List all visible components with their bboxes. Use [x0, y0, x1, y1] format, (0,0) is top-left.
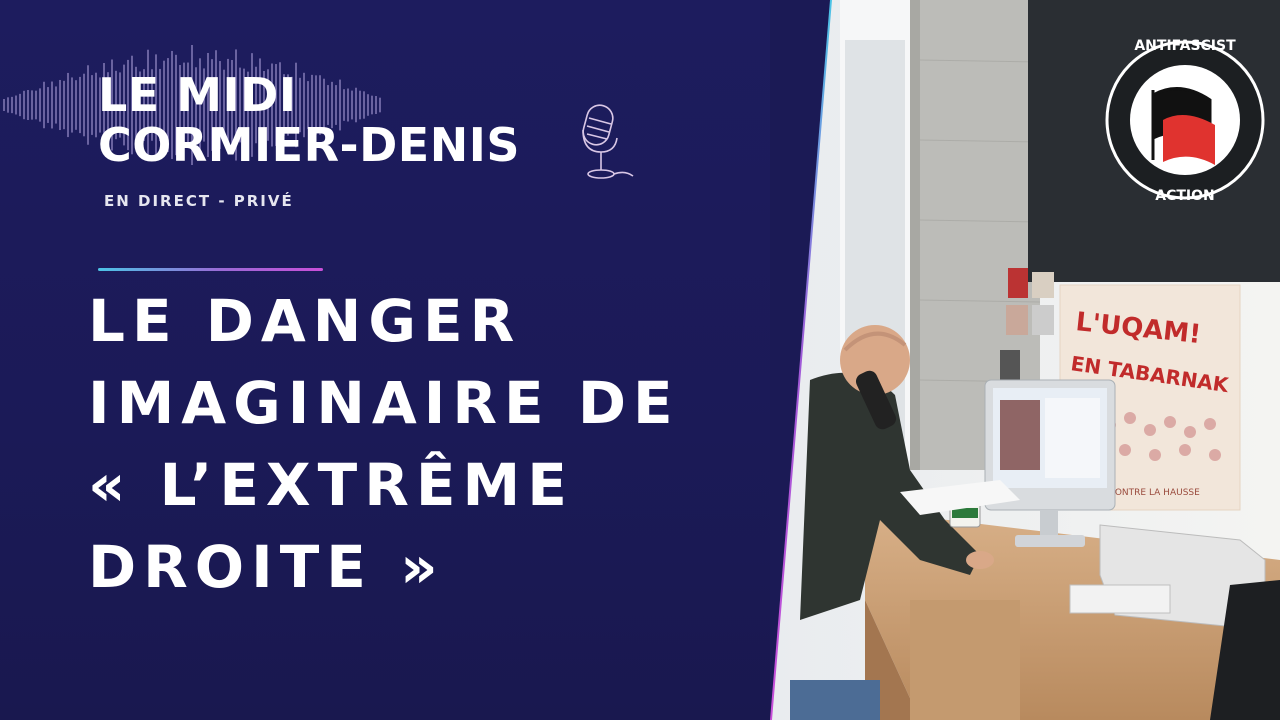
accent-divider: [98, 268, 323, 271]
thumbnail: ANTIFASCIST ACTION L'UQAM! EN TABARNAK E…: [0, 0, 1280, 720]
show-title: LE MIDI CORMIER-DENIS: [98, 70, 520, 170]
microphone-icon: [582, 104, 634, 179]
show-title-line1: LE MIDI: [98, 68, 297, 122]
office-photo: ANTIFASCIST ACTION L'UQAM! EN TABARNAK E…: [770, 0, 1280, 720]
show-title-line2: CORMIER-DENIS: [98, 118, 520, 172]
show-subtitle: EN DIRECT - PRIVÉ: [104, 192, 294, 210]
headline-line3: « L’EXTRÊME: [88, 451, 574, 519]
headline-line2: IMAGINAIRE DE: [88, 369, 680, 437]
headline-line4: DROITE »: [88, 533, 445, 601]
headline-line1: LE DANGER: [88, 287, 522, 355]
flag-text-bottom: ACTION: [1155, 188, 1215, 204]
headline: LE DANGER IMAGINAIRE DE « L’EXTRÊME DROI…: [88, 280, 680, 608]
office-photo-illustration: ANTIFASCIST ACTION L'UQAM! EN TABARNAK E…: [770, 0, 1280, 720]
flag-text-top: ANTIFASCIST: [1134, 38, 1236, 54]
